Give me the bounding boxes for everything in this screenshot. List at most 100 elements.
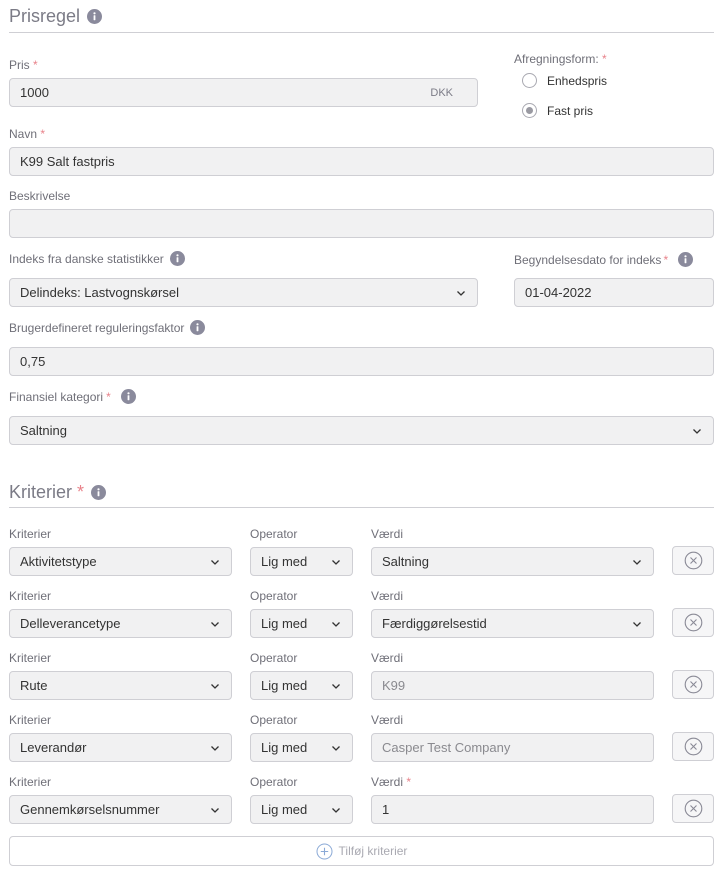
kriterie-value: Leverandør [20, 740, 87, 755]
chevron-down-icon [211, 559, 219, 565]
info-icon[interactable] [91, 485, 107, 500]
kriterie-label: Kriterier [9, 589, 52, 603]
chevron-down-icon [693, 428, 701, 434]
chevron-down-icon [211, 683, 219, 689]
vaerdi-value: 1 [382, 802, 390, 817]
operator-label: Operator [250, 775, 298, 789]
remove-circle-x-icon [684, 737, 702, 756]
radio-fast-pris-control[interactable] [522, 103, 537, 118]
kriterie-select[interactable]: Delleverancetype [9, 609, 232, 638]
chevron-down-icon [332, 745, 340, 751]
finansiel-kategori-label: Finansiel kategori * [9, 389, 136, 404]
remove-criteria-button[interactable] [672, 794, 714, 823]
navn-label: Navn * [9, 127, 46, 141]
vaerdi-input[interactable]: 1 [371, 795, 654, 824]
remove-circle-x-icon [684, 551, 702, 570]
beskrivelse-label: Beskrivelse [9, 189, 71, 203]
chevron-down-icon [332, 683, 340, 689]
section-title-prisregel: Prisregel [9, 6, 103, 27]
operator-label: Operator [250, 713, 298, 727]
radio-fast-pris[interactable]: Fast pris [522, 103, 593, 118]
beskrivelse-input[interactable] [9, 209, 714, 238]
radio-enhedspris-control[interactable] [522, 73, 537, 88]
kriterie-label: Kriterier [9, 527, 52, 541]
navn-input[interactable]: K99 Salt fastpris [9, 147, 714, 176]
vaerdi-input[interactable]: K99 [371, 671, 654, 700]
kriterie-select[interactable]: Rute [9, 671, 232, 700]
section-title-kriterier: Kriterier * [9, 482, 107, 503]
vaerdi-select[interactable]: Færdiggørelsestid [371, 609, 654, 638]
finansiel-kategori-value: Saltning [20, 423, 67, 438]
add-criteria-button[interactable]: Tilføj kriterier [9, 836, 714, 866]
vaerdi-label: Værdi [371, 713, 404, 727]
vaerdi-label: Værdi [371, 589, 404, 603]
operator-select[interactable]: Lig med [250, 733, 353, 762]
chevron-down-icon [211, 621, 219, 627]
kriterie-label: Kriterier [9, 775, 52, 789]
begyndelsesdato-label: Begyndelsesdato for indeks * [514, 252, 694, 267]
pris-value: 1000 [20, 85, 49, 100]
operator-value: Lig med [261, 616, 308, 631]
kriterie-select[interactable]: Gennemkørselsnummer [9, 795, 232, 824]
remove-circle-x-icon [684, 675, 702, 694]
info-icon[interactable] [120, 389, 136, 404]
chevron-down-icon [633, 559, 641, 565]
remove-criteria-button[interactable] [672, 670, 714, 699]
vaerdi-value: Casper Test Company [382, 740, 511, 755]
operator-value: Lig med [261, 802, 308, 817]
remove-criteria-button[interactable] [672, 608, 714, 637]
kriterie-value: Rute [20, 678, 48, 693]
vaerdi-select[interactable]: Saltning [371, 547, 654, 576]
indeks-value: Delindeks: Lastvognskørsel [20, 285, 179, 300]
info-icon[interactable] [190, 320, 206, 335]
navn-value: K99 Salt fastpris [20, 154, 115, 169]
prisregel-title: Prisregel [9, 6, 81, 26]
info-icon[interactable] [87, 9, 103, 24]
kriterie-select[interactable]: Leverandør [9, 733, 232, 762]
operator-value: Lig med [261, 678, 308, 693]
indeks-select[interactable]: Delindeks: Lastvognskørsel [9, 278, 478, 307]
info-icon[interactable] [169, 251, 185, 266]
radio-fast-pris-label: Fast pris [547, 103, 594, 118]
finansiel-kategori-select[interactable]: Saltning [9, 416, 714, 445]
begyndelsesdato-input[interactable]: 01-04-2022 [514, 278, 714, 307]
operator-value: Lig med [261, 740, 308, 755]
pris-input[interactable]: 1000 DKK [9, 78, 478, 107]
chevron-down-icon [332, 621, 340, 627]
chevron-down-icon [211, 745, 219, 751]
reguleringsfaktor-value: 0,75 [20, 354, 46, 369]
vaerdi-value: K99 [382, 678, 406, 693]
operator-label: Operator [250, 527, 298, 541]
add-criteria-label: Tilføj kriterier [338, 844, 408, 858]
operator-label: Operator [250, 589, 298, 603]
operator-select[interactable]: Lig med [250, 547, 353, 576]
operator-select[interactable]: Lig med [250, 671, 353, 700]
radio-enhedspris[interactable]: Enhedspris [522, 73, 607, 88]
vaerdi-value: Færdiggørelsestid [382, 616, 487, 631]
reguleringsfaktor-input[interactable]: 0,75 [9, 347, 714, 376]
reguleringsfaktor-label: Brugerdefineret reguleringsfaktor [9, 320, 206, 335]
begyndelsesdato-value: 01-04-2022 [525, 285, 592, 300]
vaerdi-input[interactable]: Casper Test Company [371, 733, 654, 762]
kriterie-label: Kriterier [9, 651, 52, 665]
operator-select[interactable]: Lig med [250, 795, 353, 824]
remove-circle-x-icon [684, 613, 702, 632]
kriterie-label: Kriterier [9, 713, 52, 727]
operator-value: Lig med [261, 554, 308, 569]
indeks-label: Indeks fra danske statistikker [9, 251, 185, 266]
remove-criteria-button[interactable] [672, 546, 714, 575]
kriterie-value: Gennemkørselsnummer [20, 802, 160, 817]
remove-criteria-button[interactable] [672, 732, 714, 761]
info-icon[interactable] [678, 252, 694, 267]
chevron-down-icon [332, 807, 340, 813]
add-circle-plus-icon [316, 843, 333, 859]
remove-circle-x-icon [684, 799, 702, 818]
chevron-down-icon [633, 621, 641, 627]
kriterier-title: Kriterier [9, 482, 73, 502]
vaerdi-label: Værdi [371, 527, 404, 541]
currency-unit: DKK [430, 86, 453, 99]
operator-select[interactable]: Lig med [250, 609, 353, 638]
kriterie-select[interactable]: Aktivitetstype [9, 547, 232, 576]
operator-label: Operator [250, 651, 298, 665]
section-divider [9, 32, 714, 33]
